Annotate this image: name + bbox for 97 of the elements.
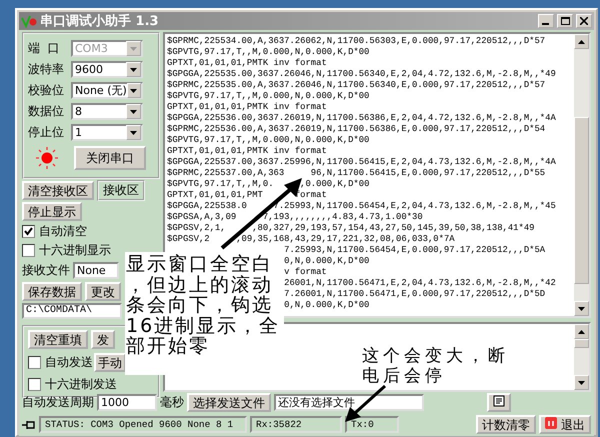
up-arrow-icon xyxy=(578,330,585,334)
checkbox-label: 十六进制发送 xyxy=(45,376,117,393)
app-icon xyxy=(21,14,37,28)
log-line: 0,N,0.000,K,D*00 xyxy=(284,256,370,267)
log-line: ,09,35,168,43,29,17,221,32,08,06,033,0*7A xyxy=(236,234,455,245)
log-line: 7.25993,N,11700.56454,E,0.000,97.17,220512,,,D*5A xyxy=(284,245,546,256)
select-send-file-button[interactable]: 选择发送文件 xyxy=(187,393,271,412)
checkbox[interactable] xyxy=(28,356,41,369)
unit-label: 毫秒 xyxy=(160,394,184,411)
checkbox-label: 自动发送 xyxy=(45,354,93,371)
log-line: $GPVTG,97.17,T,,M,0.000,N,0.000,K,D*00 xyxy=(167,135,370,146)
log-line: $GPRMC,225537.00,A,363 xyxy=(167,168,284,179)
maximize-button[interactable] xyxy=(557,14,573,28)
log-line: GPTXT,01,01,01,PMTK inv format xyxy=(167,146,327,157)
annotation-tooltip: 显示窗口全空白，但边上的滚动条会向下，钩选16进制显示，全部开始零 xyxy=(125,252,284,375)
pin-icon xyxy=(22,420,36,430)
log-line: GPTXT,01,01,01,PMTK inv format xyxy=(167,58,327,69)
log-line: format xyxy=(294,190,327,201)
log-line: $GPVTG,97.17,T,,M,0.000,N,0.000,K,D*00 xyxy=(167,91,370,102)
down-arrow-icon xyxy=(578,306,585,310)
checkbox-label: 十六进制显示 xyxy=(39,242,111,259)
caret-icon xyxy=(130,110,137,114)
log-line: $GPGGA,225536.00,3637.26019,N,11700.56386,E,2,04,4.72,132.6,M,-2.8,M,,*4A xyxy=(167,113,556,124)
change-button[interactable]: 更改 xyxy=(85,282,121,301)
field-label: 接收文件 xyxy=(22,262,70,279)
caret-icon xyxy=(130,130,137,134)
field-label: 校验位 xyxy=(28,82,65,99)
log-line: $GPRMC,225536.00,A,3637.26019,N,11700.56386,E,0.000,97.17,220512,,,D*54 xyxy=(167,124,546,135)
minimize-button[interactable] xyxy=(538,14,554,28)
up-arrow-icon xyxy=(578,40,585,44)
log-line: v format xyxy=(284,267,327,278)
log-line: 7.25993,N,11700.56454,E,2,04,4.73,132.6,M,-2.8,M,,*45 xyxy=(274,201,556,212)
log-line: $GPGSV,2 xyxy=(167,234,210,245)
log-line: GPTXT,01,01,01,PMT xyxy=(167,190,263,201)
document-icon xyxy=(493,395,505,407)
field-label: 波特率 xyxy=(28,61,65,78)
clear-send-button[interactable]: 清空重填 xyxy=(28,330,88,349)
log-line: $GPRMC,225535.00,A,3637.26046,N,11700.56340,E,0.000,97.17,220512,,,D*57 xyxy=(167,80,546,91)
close-port-button[interactable]: 关闭串口 xyxy=(74,146,146,170)
scrollbar[interactable] xyxy=(574,34,589,316)
checkbox-label: 自动清空 xyxy=(39,223,87,240)
caret-icon xyxy=(130,88,138,92)
log-line: $GPGGA,225535.00,3637.26046,N,11700.56340,E,2,04,4.72,132.6,M,-2.8,M,,*49 xyxy=(167,69,556,80)
caret-icon xyxy=(130,68,137,72)
annotation-text: 这个会变大，断电后会停 xyxy=(362,346,510,386)
log-line: ,0.000,K,D*00 xyxy=(300,179,370,190)
log-line: 26001,N,11700.56471,E,2,04,4.73,132.6,M,-2.8,M,,*42 xyxy=(284,278,556,289)
log-line: $GPVTG,97.17,T,,M,0.000,N,0.000,K,D*00 xyxy=(167,47,370,58)
log-line: $GPGSA,A,3,09 xyxy=(167,212,236,223)
path-field[interactable]: C:\COMDATA\ xyxy=(22,303,122,319)
rx-counter: Rx:35822 xyxy=(250,416,342,433)
log-line: ,80,327,29,193,57,154,43,27,50,145,39,50,38,138,41*49 xyxy=(252,223,534,234)
period-label: 自动发送周期 xyxy=(22,394,94,411)
send-button[interactable]: 发 xyxy=(91,330,115,349)
log-line: $GPGGA,225537.00,3637.25996,N,11700.56415,E,2,04,4.73,132.6,M,-2.8,M,,*4A xyxy=(167,157,556,168)
file-status-field: 还没有选择文件 xyxy=(274,394,424,411)
log-line: 0,N,0.000,K,D*00 xyxy=(284,300,370,311)
log-line: 96,N,11700.56415,E,0.000,97.17,220512,,,D*55 xyxy=(310,168,546,179)
close-icon xyxy=(580,17,588,25)
dropdown[interactable]: 8 xyxy=(71,103,143,120)
dropdown[interactable]: None (无) xyxy=(71,82,143,99)
period-field[interactable]: 1000 xyxy=(97,394,157,411)
scrollbar-thumb[interactable] xyxy=(574,339,589,348)
log-line: $GPVTG,97.17,T,,M,0. xyxy=(167,179,274,190)
manual-send-button[interactable]: 手动 xyxy=(94,353,126,372)
stop-display-button[interactable]: 停止显示 xyxy=(22,202,82,221)
arrow xyxy=(345,384,386,422)
checkbox[interactable] xyxy=(22,244,35,257)
scrollbar[interactable] xyxy=(574,324,589,390)
receive-area-label: 接收区 xyxy=(97,180,145,201)
clear-receive-button[interactable]: 清空接收区 xyxy=(22,181,94,200)
scrollbar-thumb[interactable] xyxy=(574,116,589,284)
log-line: $GPRMC,225534.00,A,3637.26062,N,11700.56303,E,0.000,97.17,220512,,,D*57 xyxy=(167,36,546,47)
maximize-icon xyxy=(560,17,570,25)
down-arrow-icon xyxy=(578,380,585,384)
close-button[interactable] xyxy=(576,14,592,28)
log-line: $GPGSV,2,1, xyxy=(167,223,226,234)
save-data-button[interactable]: 保存数据 xyxy=(22,282,82,301)
exit-icon xyxy=(545,417,558,429)
field-label: 端 口 xyxy=(28,40,61,57)
log-line: $GPGGA,225538.0 xyxy=(167,201,247,212)
log-line: GPTXT,01,01,01,PMTK inv format xyxy=(167,102,327,113)
field-label: 停止位 xyxy=(28,124,65,141)
field-label: 数据位 xyxy=(28,103,65,120)
dropdown[interactable]: 1 xyxy=(71,124,143,141)
file-field[interactable]: None xyxy=(73,262,119,279)
checkbox[interactable] xyxy=(22,225,35,238)
exit-button[interactable]: 退出 xyxy=(539,415,591,434)
status-text: STATUS: COM3 Opened 9600 None 8 1 xyxy=(39,416,247,433)
reset-count-button[interactable]: 计数清零 xyxy=(476,415,536,434)
window-title: 串口调试小助手 1.3 xyxy=(40,12,160,30)
caret-icon xyxy=(130,46,137,50)
checkbox[interactable] xyxy=(28,378,41,391)
dropdown[interactable]: 9600 xyxy=(71,61,143,78)
file-button[interactable] xyxy=(487,393,511,412)
log-line: 7.26001,N,11700.56471,E,0.000,97.17,220512,,,D*5D xyxy=(284,289,546,300)
log-line: 7,193,,,,,,,,4.83,4.73,1.00*30 xyxy=(262,212,423,223)
